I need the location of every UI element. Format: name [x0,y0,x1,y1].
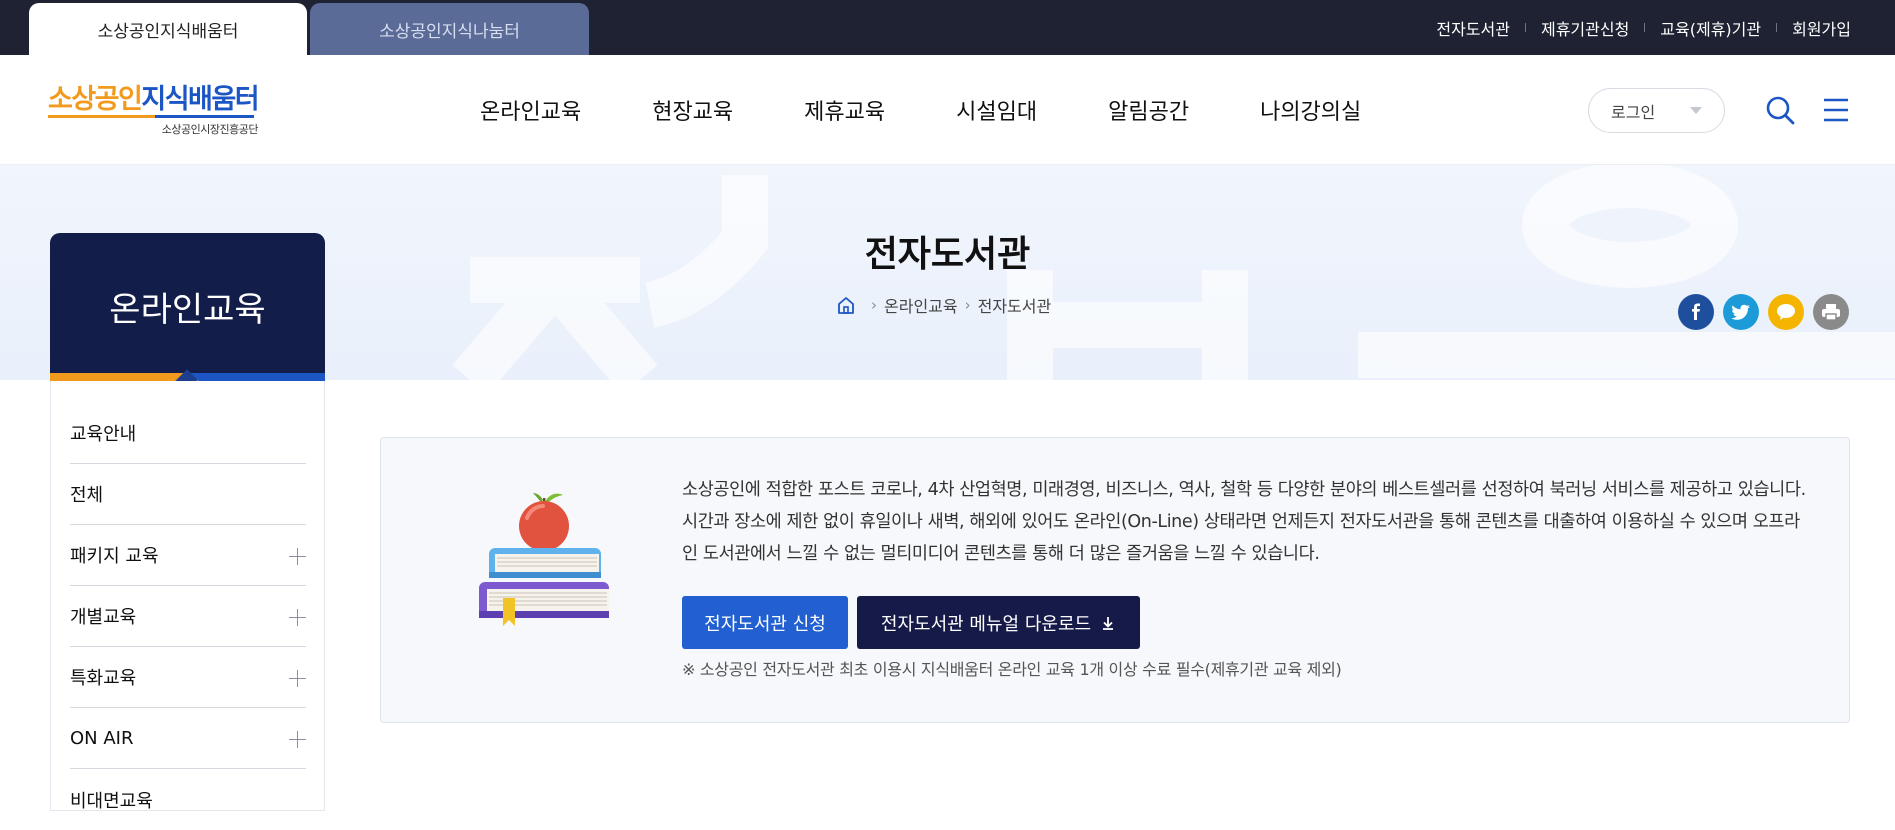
books-with-apple-illustration [479,493,609,626]
util-link-e-library[interactable]: 전자도서관 [1436,16,1510,40]
util-link-partner-apply[interactable]: 제휴기관신청 [1541,16,1629,40]
top-utility-bar: 소상공인지식배움터 소상공인지식나눔터 전자도서관 제휴기관신청 교육(제휴)기… [0,0,1895,55]
kakaotalk-share-button[interactable] [1768,294,1804,330]
lnb-item-untact-education[interactable]: 비대면교육 [70,769,306,830]
util-divider [1644,23,1646,32]
menu-icon[interactable] [1821,95,1851,125]
utility-links: 전자도서관 제휴기관신청 교육(제휴)기관 회원가입 [1436,0,1851,55]
lnb-item-label: 개별교육 [70,607,137,628]
lnb-item-all[interactable]: 전체 [70,464,306,525]
lnb-item-label: 패키지 교육 [70,546,159,567]
search-icon[interactable] [1765,95,1795,125]
manual-button-label: 전자도서관 메뉴얼 다운로드 [880,613,1092,635]
lnb-item-education-guide[interactable]: 교육안내 [70,403,306,464]
e-library-info-box: 소상공인에 적합한 포스트 코로나, 4차 산업혁명, 미래경영, 비즈니스, … [380,437,1850,723]
logo-wordmark: 소상공인지식배움터 [48,84,260,115]
plus-icon[interactable] [289,731,306,748]
e-library-description: 소상공인에 적합한 포스트 코로나, 4차 산업혁명, 미래경영, 비즈니스, … [682,480,1806,564]
logo-subtitle: 소상공인시장진흥공단 [161,123,259,136]
speech-bubble-icon [1777,304,1795,320]
gnb-item-field-education[interactable]: 현장교육 [652,94,733,126]
site-tab-knowledge-sharing[interactable]: 소상공인지식나눔터 [310,3,589,55]
lnb-item-label: ON AIR [70,727,134,749]
local-navigation: 교육안내 전체 패키지 교육 개별교육 특화교육 ON AIR 비대면교육 [50,381,325,812]
logo-underline [48,115,254,118]
util-link-signup[interactable]: 회원가입 [1792,16,1851,40]
print-icon [1822,304,1840,321]
util-divider [1524,23,1526,32]
site-tab-knowledge-learning[interactable]: 소상공인지식배움터 [29,3,307,55]
lnb-item-package-education[interactable]: 패키지 교육 [70,525,306,586]
plus-icon[interactable] [289,609,306,626]
main-header: 소상공인지식배움터 소상공인시장진흥공단 온라인교육 현장교육 제휴교육 시설임… [0,55,1895,165]
gnb-item-partner-education[interactable]: 제휴교육 [804,94,885,126]
lnb-item-individual-education[interactable]: 개별교육 [70,586,306,647]
facebook-share-button[interactable] [1678,294,1714,330]
lnb-item-label: 특화교육 [70,668,137,689]
twitter-icon [1731,304,1750,320]
util-divider [1776,23,1778,32]
home-icon[interactable] [836,295,856,315]
lnb-item-special-education[interactable]: 특화교육 [70,647,306,708]
print-button[interactable] [1813,294,1849,330]
util-link-partner-institutions[interactable]: 교육(제휴)기관 [1660,16,1761,40]
chevron-right-icon: › [871,296,877,314]
breadcrumb: › 온라인교육 › 전자도서관 [836,294,1051,316]
gnb-item-online-education[interactable]: 온라인교육 [480,94,581,126]
breadcrumb-item-online-education[interactable]: 온라인교육 [884,293,958,317]
e-library-notice: ※ 소상공인 전자도서관 최초 이용시 지식배움터 온라인 교육 1개 이상 수… [682,660,1342,679]
twitter-share-button[interactable] [1723,294,1759,330]
site-logo[interactable]: 소상공인지식배움터 소상공인시장진흥공단 [48,84,260,141]
lnb-item-label: 비대면교육 [70,790,153,812]
lnb-item-label: 전체 [70,485,104,506]
lnb-item-label: 교육안내 [70,424,137,445]
download-icon [1103,616,1114,630]
gnb-item-facility-rental[interactable]: 시설임대 [956,94,1037,126]
global-navigation: 온라인교육 현장교육 제휴교육 시설임대 알림공간 나의강의실 [480,55,1361,165]
chevron-down-icon [1690,107,1702,114]
login-select-value: 로그인 [1611,102,1656,122]
gnb-item-notice[interactable]: 알림공간 [1108,94,1189,126]
plus-icon[interactable] [289,670,306,687]
apply-button-label: 전자도서관 신청 [704,613,826,635]
plus-icon[interactable] [289,548,306,565]
chevron-right-icon: › [964,296,971,314]
facebook-icon [1692,303,1700,320]
gnb-item-my-classroom[interactable]: 나의강의실 [1260,94,1361,126]
breadcrumb-item-e-library[interactable]: 전자도서관 [978,293,1052,317]
lnb-item-on-air[interactable]: ON AIR [70,708,306,769]
lnb-title: 온라인교육 [50,233,325,380]
manual-download-button[interactable]: 전자도서관 메뉴얼 다운로드 [857,596,1140,649]
login-select[interactable]: 로그인 [1588,88,1725,133]
e-library-apply-button[interactable]: 전자도서관 신청 [682,596,848,649]
